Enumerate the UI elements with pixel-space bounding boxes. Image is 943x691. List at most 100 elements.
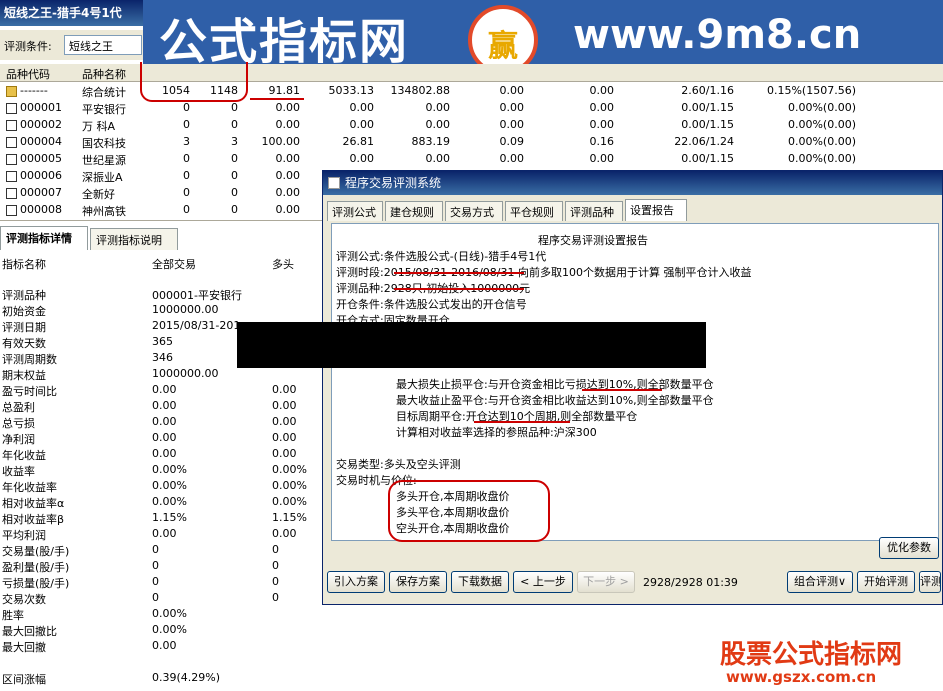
row-check-icon[interactable] <box>6 188 17 199</box>
list-item: 总亏损 0.00 0.00 <box>0 415 322 431</box>
metric-all: 0 <box>152 591 159 604</box>
metric-all: 0 <box>152 575 159 588</box>
metric-all: 0.00 <box>152 447 177 460</box>
tab-details[interactable]: 评测指标详情 <box>0 226 88 250</box>
cell-value: 0 <box>183 186 190 199</box>
list-item: 交易量(股/手) 0 0 <box>0 543 322 559</box>
table-row[interactable]: 000004 国农科技 3 3 100.00 26.81 883.19 0.09 0.16 22.… <box>0 134 943 151</box>
row-check-icon[interactable] <box>6 137 17 148</box>
table-row[interactable]: 000005 世纪星源 0 0 0.00 0.00 0.00 0.00 0.00 0.00/1.1… <box>0 151 943 168</box>
metric-long: 0.00 <box>272 383 297 396</box>
cell-value: 0 <box>231 101 238 114</box>
table-row[interactable]: 000002 万 科A 0 0 0.00 0.00 0.00 0.00 0.00 0.00/1.1… <box>0 117 943 134</box>
row-check-icon[interactable] <box>6 205 17 216</box>
list-item: 最大回撤比 0.00% <box>0 623 322 639</box>
cell-value: 0 <box>231 152 238 165</box>
metric-long: 0.00 <box>272 399 297 412</box>
table-row[interactable]: 000001 平安银行 0 0 0.00 0.00 0.00 0.00 0.00 0.00/1.1… <box>0 100 943 117</box>
col-name-header[interactable]: 品种名称 <box>82 66 126 82</box>
metric-all: 0.00% <box>152 495 187 508</box>
tab-trade-mode[interactable]: 交易方式 <box>445 201 503 221</box>
metric-long: 0 <box>272 543 279 556</box>
cell-code: 000001 <box>20 101 62 114</box>
metric-all: 0.00 <box>152 383 177 396</box>
cell-code: 000005 <box>20 152 62 165</box>
cell-value: 0 <box>231 118 238 131</box>
list-item: 最大回撤 0.00 <box>0 639 322 655</box>
metric-all: 0.00% <box>152 479 187 492</box>
cell-value: 0.00 <box>499 84 525 97</box>
cell-value: 0.00 <box>275 169 301 182</box>
lt-col-all: 全部交易 <box>152 258 196 271</box>
report-panel: 程序交易评测设置报告 评测公式:条件选股公式-(日线)-猎手4号1代 评测时段:… <box>331 223 939 542</box>
cell-value: 0.00/1.15 <box>681 152 734 165</box>
download-data-button[interactable]: 下载数据 <box>451 571 509 593</box>
cell-value: 2.60/1.16 <box>681 84 734 97</box>
cell-value: 0.09 <box>499 135 525 148</box>
cell-value: 100.00 <box>261 135 301 148</box>
metric-name: 收益率 <box>2 465 35 478</box>
list-item: 胜率 0.00% <box>0 607 322 623</box>
metric-name: 期末权益 <box>2 369 46 382</box>
cell-value: 0.00%(0.00) <box>787 152 856 165</box>
cell-value: 0 <box>183 152 190 165</box>
cell-value: 0.00 <box>499 101 525 114</box>
dialog-title: 程序交易评测系统 <box>345 176 442 190</box>
cell-code: 000008 <box>20 203 62 216</box>
row-check-icon[interactable] <box>6 154 17 165</box>
metric-name: 总亏损 <box>2 417 35 430</box>
report-line: 最大损失止损平仓:与开仓资金相比亏损达到10%,则全部数量平仓 <box>396 378 714 391</box>
metric-name: 相对收益率α <box>2 497 65 510</box>
prev-step-button[interactable]: < 上一步 <box>513 571 573 593</box>
cell-code: 000006 <box>20 169 62 182</box>
cell-value: 0.00 <box>349 101 375 114</box>
cell-value: 91.81 <box>268 84 301 97</box>
row-check-icon[interactable] <box>6 86 17 97</box>
cell-value: 5033.13 <box>328 84 375 97</box>
cell-value: 0.00 <box>499 152 525 165</box>
highlight-mark <box>388 480 550 542</box>
tab-close-rule[interactable]: 平仓规则 <box>505 201 563 221</box>
cell-value: 0.00 <box>275 101 301 114</box>
lt-col-long: 多头 <box>272 258 294 271</box>
cell-name: 万 科A <box>82 120 116 133</box>
underline-mark <box>394 272 524 274</box>
tab-eval-symbols[interactable]: 评测品种 <box>565 201 623 221</box>
save-scheme-button[interactable]: 保存方案 <box>389 571 447 593</box>
col-code-header[interactable]: 品种代码 <box>6 66 50 82</box>
toolbar: 评测条件: 短线之王 <box>0 30 143 60</box>
metric-name: 胜率 <box>2 609 24 622</box>
cell-value: 0.00 <box>425 152 451 165</box>
cell-value: 0.00 <box>589 118 615 131</box>
cell-code: 000007 <box>20 186 62 199</box>
combo-eval-button[interactable]: 组合评测∨ <box>787 571 853 593</box>
condition-select[interactable]: 短线之王 <box>64 35 142 55</box>
metric-name: 交易量(股/手) <box>2 545 70 558</box>
list-item <box>0 655 322 671</box>
tab-settings-report[interactable]: 设置报告 <box>625 199 687 221</box>
list-item: 相对收益率α 0.00% 0.00% <box>0 495 322 511</box>
metric-all: 0.00 <box>152 639 177 652</box>
row-check-icon[interactable] <box>6 103 17 114</box>
cell-value: 0.00 <box>425 101 451 114</box>
start-eval-button[interactable]: 开始评测 <box>857 571 915 593</box>
report-line: 最大收益止盈平仓:与开仓资金相比收益达到10%,则全部数量平仓 <box>396 394 714 407</box>
tab-explain[interactable]: 评测指标说明 <box>90 228 178 250</box>
redaction-bar <box>237 322 706 368</box>
list-item: 期末权益 1000000.00 <box>0 367 322 383</box>
metric-all: 0.00% <box>152 463 187 476</box>
import-scheme-button[interactable]: 引入方案 <box>327 571 385 593</box>
cell-value: 0 <box>183 169 190 182</box>
tab-open-rule[interactable]: 建仓规则 <box>385 201 443 221</box>
optimize-button[interactable]: 优化参数 <box>879 537 939 559</box>
eval-button[interactable]: 评测 <box>919 571 941 593</box>
tab-formula[interactable]: 评测公式 <box>327 201 383 221</box>
metric-long: 0 <box>272 575 279 588</box>
row-check-icon[interactable] <box>6 171 17 182</box>
metric-name: 盈亏时间比 <box>2 385 57 398</box>
next-step-button[interactable]: 下一步 > <box>577 571 635 593</box>
metric-long: 1.15% <box>272 511 307 524</box>
cell-value: 0.00 <box>275 203 301 216</box>
report-line: 开仓条件:条件选股公式发出的开仓信号 <box>336 298 527 311</box>
row-check-icon[interactable] <box>6 120 17 131</box>
